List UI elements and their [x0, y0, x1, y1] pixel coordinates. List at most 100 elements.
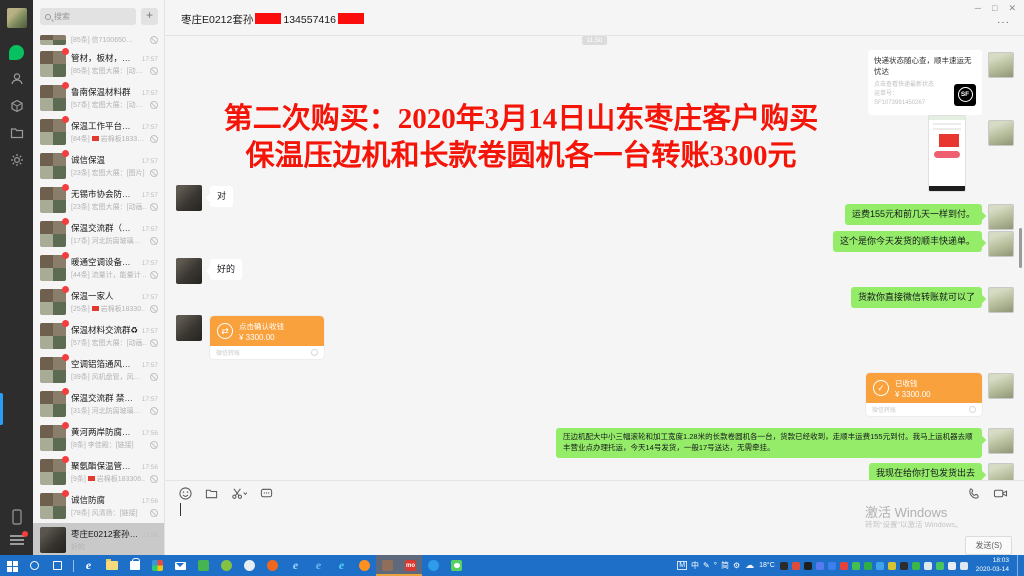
- group-avatar: [40, 459, 66, 485]
- close-button[interactable]: ✕: [1008, 3, 1016, 14]
- tray-shield-icon[interactable]: [828, 562, 836, 570]
- taskbar-app-app-blue-circle[interactable]: [422, 555, 445, 576]
- ime-indicator[interactable]: 简: [721, 560, 729, 571]
- weather-icon[interactable]: ☁: [745, 560, 754, 571]
- chat-list-item[interactable]: 保温一家人17:57[25条] 岩棉板18330..: [33, 285, 164, 319]
- chat-list-item[interactable]: 无锡市协会防腐保温..17:57[23条] 宏图大展：[动画..: [33, 183, 164, 217]
- tray-green1-icon[interactable]: [852, 562, 860, 570]
- tray-dark-icon[interactable]: [804, 562, 812, 570]
- maximize-button[interactable]: □: [992, 3, 997, 14]
- touch-keyboard-icon[interactable]: [960, 562, 968, 570]
- image-message[interactable]: [928, 115, 966, 192]
- peer-avatar[interactable]: [988, 231, 1014, 257]
- tray-red2-icon[interactable]: [840, 562, 848, 570]
- taskbar-app-app-swirl[interactable]: [238, 555, 261, 576]
- ime-indicator[interactable]: ⚙: [733, 561, 740, 570]
- taskbar-app-start[interactable]: [0, 555, 23, 576]
- customer-avatar[interactable]: [176, 315, 202, 341]
- show-desktop-button[interactable]: [1017, 555, 1021, 576]
- taskbar-app-wechat[interactable]: [445, 555, 468, 576]
- chat-list-item[interactable]: 保温工作平台（禁止..17:57[84条] 岩棉板18330…: [33, 115, 164, 149]
- add-chat-button[interactable]: +: [141, 8, 158, 25]
- minimize-button[interactable]: ─: [975, 3, 981, 14]
- taskbar-app-ie[interactable]: e: [284, 555, 307, 576]
- files-icon[interactable]: [9, 125, 25, 141]
- peer-avatar[interactable]: [988, 428, 1014, 454]
- mobile-icon[interactable]: [9, 509, 25, 525]
- peer-avatar[interactable]: [988, 287, 1014, 313]
- chats-icon[interactable]: [9, 45, 24, 60]
- chat-list-item[interactable]: 聚氨酯保温管道交流17:56[9条] 岩棉板183306..: [33, 455, 164, 489]
- peer-avatar[interactable]: [988, 120, 1014, 146]
- contacts-icon[interactable]: [9, 71, 25, 87]
- menu-icon[interactable]: [10, 535, 24, 545]
- ime-indicator[interactable]: °: [714, 561, 717, 570]
- taskbar-app-store[interactable]: [123, 555, 146, 576]
- chat-list-item[interactable]: 管材，板材，保温，…17:57[85条] 宏图大展：[动画…: [33, 47, 164, 81]
- tray-wechat-icon[interactable]: [936, 562, 944, 570]
- chat-list-item[interactable]: 保温交流群 禁链接广..17:57[31条] 河北防腐玻璃鳞片..: [33, 387, 164, 421]
- taskbar-app-app-360[interactable]: [215, 555, 238, 576]
- tray-purple-icon[interactable]: [816, 562, 824, 570]
- taskbar-app-photos[interactable]: [146, 555, 169, 576]
- taskbar-app-mo[interactable]: mo: [399, 555, 422, 576]
- tray-green-shield-icon[interactable]: [864, 562, 872, 570]
- search-input[interactable]: 搜索: [40, 8, 136, 25]
- tray-black2-icon[interactable]: [900, 562, 908, 570]
- taskbar-app-firefox[interactable]: [353, 555, 376, 576]
- tray-yellow-icon[interactable]: [888, 562, 896, 570]
- customer-avatar[interactable]: [176, 258, 202, 284]
- taskbar-app-search[interactable]: [23, 555, 46, 576]
- chat-list-item[interactable]: 枣庄E0212套孙1..11:55好的: [33, 523, 164, 555]
- taskbar-app-file-explorer[interactable]: [100, 555, 123, 576]
- tray-chat-icon[interactable]: [948, 562, 956, 570]
- chat-list-item[interactable]: 保温材料交流群♻17:57[57条] 宏图大展：[动画..: [33, 319, 164, 353]
- taskbar-app-screenshot-tool[interactable]: [376, 555, 399, 576]
- send-button[interactable]: 发送(S): [965, 536, 1012, 555]
- chat-list-item[interactable]: 鲁南保温材料群17:57[57条] 宏图大展：[动画…: [33, 81, 164, 115]
- taskbar-app-app-green[interactable]: [192, 555, 215, 576]
- chat-list-item[interactable]: 诚信防腐17:56[78条] 风清扬：[链接]: [33, 489, 164, 523]
- transfer-card-incoming[interactable]: ⇄ 点击确认收钱¥ 3300.00 微信转账: [210, 316, 324, 359]
- taskbar-app-ie-blue[interactable]: e: [307, 555, 330, 576]
- transfer-card-received[interactable]: ✓ 已收钱¥ 3300.00 微信转账: [866, 373, 982, 416]
- qq-icon[interactable]: [780, 562, 788, 570]
- taskbar-app-edge[interactable]: e: [77, 555, 100, 576]
- volume-muted-icon[interactable]: [924, 562, 932, 570]
- favorites-icon[interactable]: [9, 98, 25, 114]
- tray-blue2-icon[interactable]: [876, 562, 884, 570]
- chat-list-item[interactable]: 保温交流群（黄赌毒..17:57[17条] 河北防腐玻璃鳞片..: [33, 217, 164, 251]
- chat-more-menu[interactable]: ···: [997, 17, 1010, 28]
- scrollbar-thumb[interactable]: [1019, 228, 1022, 268]
- chat-list-item[interactable]: 诚信保温17:57[23条] 宏图大展：[图片]: [33, 149, 164, 183]
- taskbar-clock[interactable]: 18:03 2020-03-14: [976, 557, 1009, 575]
- ime-indicator[interactable]: ✎: [703, 561, 710, 570]
- taskbar-app-separator[interactable]: [69, 555, 77, 576]
- user-avatar[interactable]: [7, 8, 27, 28]
- taskbar-app-task-view[interactable]: [46, 555, 69, 576]
- ime-indicator[interactable]: 中: [691, 560, 699, 571]
- peer-avatar[interactable]: [988, 463, 1014, 480]
- tray-red-icon[interactable]: [792, 562, 800, 570]
- peer-avatar[interactable]: [988, 52, 1014, 78]
- chat-name: 聚氨酯保温管道交流: [71, 460, 139, 472]
- ime-indicator[interactable]: M: [677, 561, 687, 570]
- express-link-card[interactable]: 快递状态随心查，顺丰速运无忧达 点击查看快递最新状态 运单号： SF107399…: [868, 50, 982, 115]
- chat-list-item[interactable]: 暖通空调设备发展交..17:57[44条] 流量计，能量计 ..: [33, 251, 164, 285]
- weather-temp[interactable]: 18°C: [759, 562, 775, 569]
- chat-list-item[interactable]: 黄河两岸防腐保温..17:56[8条] 李佳殿：[链接]: [33, 421, 164, 455]
- taskbar-apps: eeeemo: [0, 555, 468, 576]
- chat-preview: [23条] 宏图大展：[动画..: [71, 202, 147, 212]
- taskbar-app-browser-e-cyan[interactable]: e: [330, 555, 353, 576]
- peer-avatar[interactable]: [988, 373, 1014, 399]
- mail-icon: [175, 562, 186, 570]
- unread-badge: [62, 116, 69, 123]
- peer-avatar[interactable]: [988, 204, 1014, 230]
- settings-icon[interactable]: [9, 152, 25, 168]
- taskbar-app-mail[interactable]: [169, 555, 192, 576]
- taskbar-app-app-orange-flame[interactable]: [261, 555, 284, 576]
- tray-green-bubble-icon[interactable]: [912, 562, 920, 570]
- chat-list-item[interactable]: 空调铝箔通风管，发..17:57[39条] 风机盘管，风幕机..: [33, 353, 164, 387]
- chat-list-item-partial[interactable]: [85条] 信7100650…: [33, 30, 164, 47]
- customer-avatar[interactable]: [176, 185, 202, 211]
